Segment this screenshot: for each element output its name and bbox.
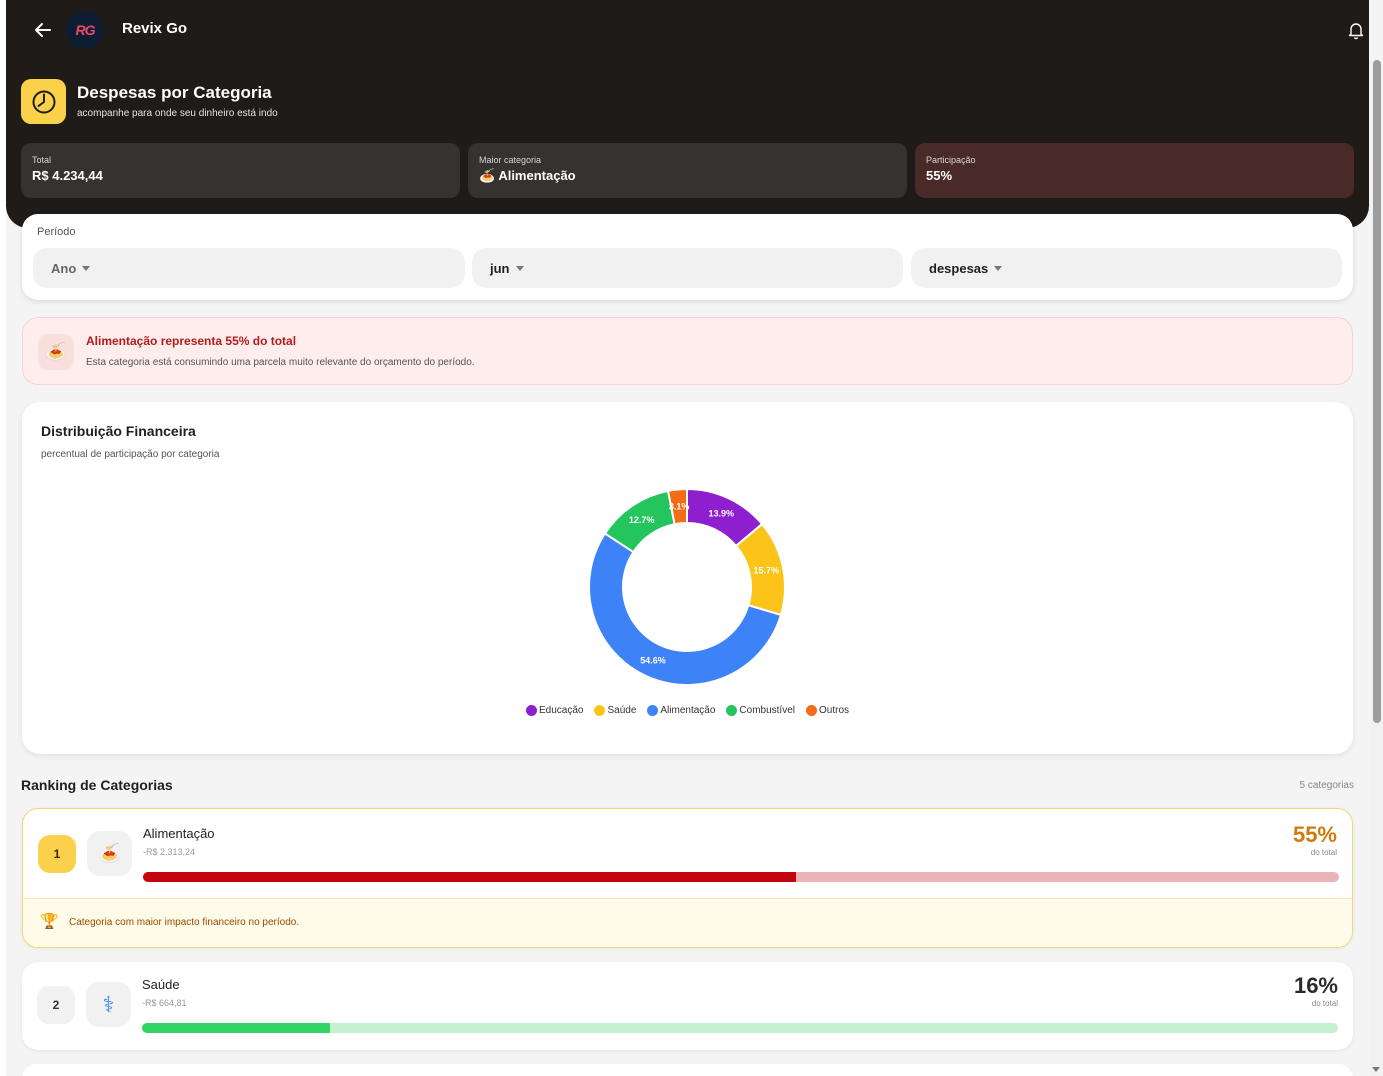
year-select[interactable]: Ano	[33, 248, 465, 288]
legend-label: Educação	[538, 705, 584, 716]
legend-item-saúde[interactable]: Saúde	[594, 705, 636, 716]
legend-swatch	[647, 705, 659, 716]
stat-value: R$ 4.234,44	[32, 168, 103, 183]
rank-badge: 1	[38, 835, 76, 873]
food-icon: 🍝	[38, 334, 74, 370]
logo-text: RG	[75, 22, 96, 38]
stat-value: 55%	[926, 168, 953, 183]
scrollbar[interactable]	[1370, 60, 1383, 1076]
year-select-value: Ano	[51, 260, 77, 276]
alert-title: Alimentação representa 55% do total	[86, 334, 297, 348]
donut-slice-label: 15.7%	[754, 566, 780, 576]
chart-legend: Educação Saúde Alimentação Combustível Outro…	[22, 705, 1353, 716]
type-select-value: despesas	[929, 260, 989, 276]
category-percent: 55%	[1292, 822, 1337, 847]
rank-badge: 2	[37, 986, 75, 1024]
legend-label: Saúde	[607, 705, 637, 716]
period-label: Período	[37, 226, 76, 238]
donut-chart: 13.9% 15.7% 54.6% 12.7% 3.1%	[588, 487, 786, 686]
ranking-title: Ranking de Categorias	[21, 777, 173, 793]
scroll-down-icon[interactable]	[1372, 1067, 1380, 1072]
scrollbar-thumb[interactable]	[1373, 60, 1381, 723]
category-percent-label: do total	[1311, 999, 1338, 1008]
stat-value: 🍝 Alimentação	[479, 168, 576, 183]
category-name: Saúde	[142, 977, 180, 992]
stat-label: Maior categoria	[479, 155, 542, 165]
category-name: Alimentação	[143, 826, 215, 841]
chevron-down-icon	[515, 265, 524, 271]
back-arrow-icon[interactable]	[30, 17, 56, 43]
bell-icon[interactable]	[1345, 19, 1367, 41]
ranking-item[interactable]: 1 🍝 Alimentação -R$ 2.313,24 55% do tota…	[22, 808, 1353, 948]
food-icon: 🍝	[87, 831, 132, 876]
alert-card: 🍝 Alimentação representa 55% do total Es…	[22, 317, 1353, 385]
legend-swatch	[806, 705, 817, 716]
legend-label: Outros	[819, 705, 850, 716]
legend-swatch	[726, 705, 738, 716]
donut-slice-label: 13.9%	[708, 509, 734, 519]
top-bar: RG Revix Go	[0, 0, 1383, 60]
legend-item-educação[interactable]: Educação	[525, 705, 584, 716]
category-amount: -R$ 2.313,24	[143, 847, 196, 857]
period-filter-card: Período Ano jun despesas	[22, 214, 1353, 300]
app-title: Revix Go	[122, 20, 188, 37]
progress-fill	[143, 872, 797, 882]
pie-chart-icon	[21, 79, 66, 124]
category-amount: -R$ 664,81	[142, 998, 187, 1008]
page-subtitle: acompanhe para onde seu dinheiro está in…	[77, 108, 278, 119]
donut-slice-label: 54.6%	[640, 656, 666, 666]
ranking-count: 5 categorias	[1299, 780, 1354, 791]
ranking-item[interactable]: 2 ⚕ Saúde -R$ 664,81 16% do total	[22, 962, 1353, 1050]
app-logo: RG	[66, 11, 104, 49]
ranking-item[interactable]	[22, 1064, 1353, 1076]
legend-item-outros[interactable]: Outros	[806, 705, 849, 716]
stat-card-total: Total R$ 4.234,44	[21, 143, 460, 198]
stat-label: Total	[32, 155, 52, 165]
month-select[interactable]: jun	[472, 248, 903, 288]
legend-label: Alimentação	[660, 705, 716, 716]
ranking-footer-text: Categoria com maior impacto financeiro n…	[69, 917, 300, 928]
type-select[interactable]: despesas	[911, 248, 1342, 288]
legend-item-alimentação[interactable]: Alimentação	[647, 705, 715, 716]
progress-fill	[142, 1023, 330, 1033]
donut-slice-label: 3.1%	[669, 501, 690, 511]
stat-card-share: Participação 55%	[915, 143, 1354, 198]
progress-track	[142, 1023, 1338, 1033]
stat-label: Participação	[926, 155, 976, 165]
category-percent: 16%	[1293, 973, 1338, 998]
medical-icon: ⚕	[86, 982, 131, 1027]
legend-swatch	[594, 705, 606, 716]
month-select-value: jun	[490, 260, 510, 276]
legend-swatch	[525, 705, 537, 716]
chevron-down-icon	[994, 265, 1003, 271]
ranking-footer: 🏆 Categoria com maior impacto financeiro…	[23, 898, 1352, 947]
alert-text: Esta categoria está consumindo uma parce…	[86, 357, 475, 368]
chevron-down-icon	[82, 265, 91, 271]
legend-label: Combustível	[739, 705, 795, 716]
category-percent-label: do total	[1310, 848, 1337, 857]
legend-item-combustível[interactable]: Combustível	[726, 705, 795, 716]
donut-slice-label: 12.7%	[629, 515, 655, 525]
page-title: Despesas por Categoria	[77, 83, 272, 102]
chart-card: Distribuição Financeira percentual de pa…	[22, 402, 1353, 754]
trophy-icon: 🏆	[40, 913, 59, 930]
stat-card-top-category: Maior categoria 🍝 Alimentação	[468, 143, 907, 198]
progress-track	[143, 872, 1339, 882]
